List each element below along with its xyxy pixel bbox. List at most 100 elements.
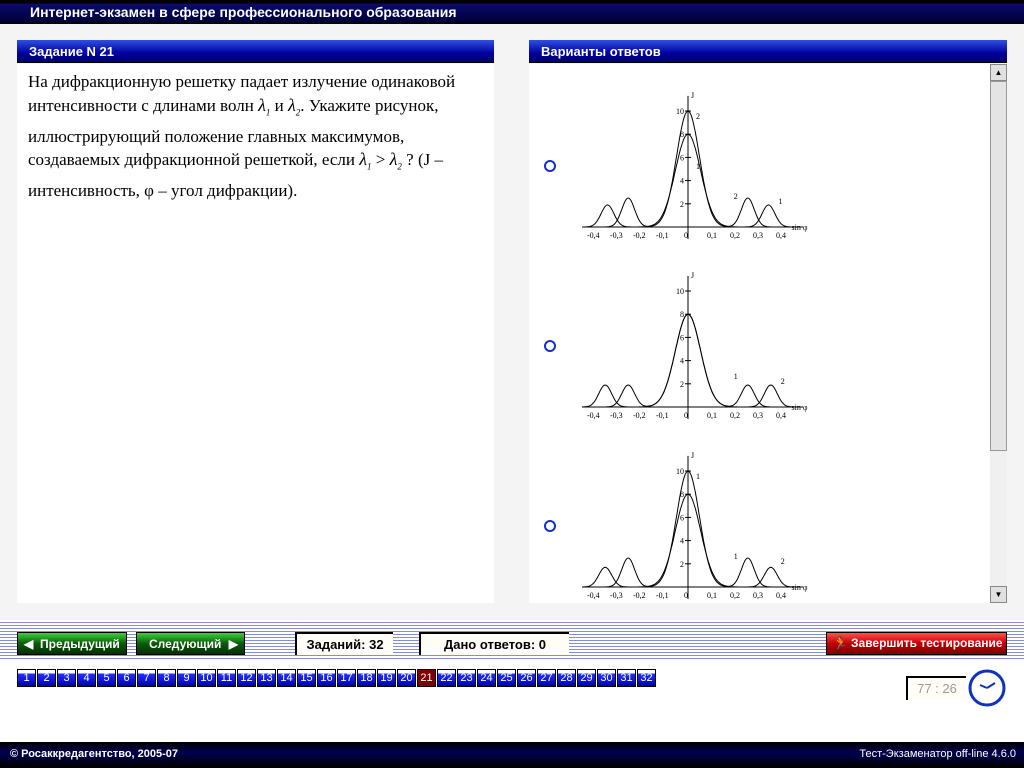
task-number-20[interactable]: 20	[397, 669, 416, 687]
prev-button[interactable]: ◀ Предыдущий	[17, 632, 127, 655]
prev-label: Предыдущий	[40, 637, 120, 651]
y-tick-label: 10	[676, 107, 684, 116]
lambda: λ	[359, 149, 368, 170]
task-number-3[interactable]: 3	[57, 669, 76, 687]
lambda-symbol: λ2	[287, 94, 300, 118]
task-number-8[interactable]: 8	[157, 669, 176, 687]
task-number-14[interactable]: 14	[277, 669, 296, 687]
task-number-16[interactable]: 16	[317, 669, 336, 687]
task-number-4[interactable]: 4	[77, 669, 96, 687]
lambda: λ	[258, 94, 266, 115]
task-number-24[interactable]: 24	[477, 669, 496, 687]
x-tick-label: 0	[684, 411, 688, 420]
task-number-21[interactable]: 21	[417, 669, 436, 687]
task-number-27[interactable]: 27	[537, 669, 556, 687]
curve-label: 1	[696, 472, 700, 481]
y-tick-label: 2	[680, 560, 684, 569]
lambda-symbol: λ1	[258, 94, 270, 118]
y-tick-label: 6	[680, 513, 684, 522]
y-tick-label: 4	[680, 177, 684, 186]
x-tick-label: -0,3	[610, 591, 623, 600]
answer-radio-3[interactable]	[544, 520, 556, 532]
scroll-thumb[interactable]	[990, 81, 1007, 451]
question-text: На дифракционную решетку падает излучени…	[28, 70, 478, 203]
x-tick-label: 0	[684, 231, 688, 240]
lambda: λ	[287, 94, 296, 115]
x-tick-label: -0,2	[633, 231, 646, 240]
arrow-right-icon: ▶	[228, 637, 238, 651]
x-tick-label: 0,3	[753, 591, 763, 600]
lambda-symbol: λ1	[359, 149, 371, 172]
x-tick-label: -0,1	[656, 591, 669, 600]
finish-label: Завершить тестирование	[851, 636, 1003, 650]
x-tick-label: 0,3	[753, 411, 763, 420]
x-axis-label: sin φ	[792, 403, 808, 412]
task-number-25[interactable]: 25	[497, 669, 516, 687]
task-number-17[interactable]: 17	[337, 669, 356, 687]
y-tick-label: 10	[676, 467, 684, 476]
task-number-18[interactable]: 18	[357, 669, 376, 687]
answer-radio-2[interactable]	[544, 340, 556, 352]
text-part: и	[270, 95, 288, 115]
y-tick-label: 10	[676, 287, 684, 296]
x-axis-label: sin φ	[792, 583, 808, 592]
task-number-29[interactable]: 29	[577, 669, 596, 687]
task-number-7[interactable]: 7	[137, 669, 156, 687]
copyright: © Росаккредагентство, 2005-07	[10, 748, 179, 760]
version: Тест-Экзаменатор off-line 4.6.0	[859, 748, 1016, 760]
task-number-13[interactable]: 13	[257, 669, 276, 687]
x-tick-label: -0,2	[633, 591, 646, 600]
scroll-up-button[interactable]: ▲	[990, 64, 1007, 81]
task-number-23[interactable]: 23	[457, 669, 476, 687]
task-number-26[interactable]: 26	[517, 669, 536, 687]
x-tick-label: 0,3	[753, 231, 763, 240]
x-tick-label: 0,2	[730, 231, 740, 240]
x-tick-label: -0,4	[587, 231, 600, 240]
y-tick-label: 4	[680, 537, 684, 546]
x-tick-label: -0,2	[633, 411, 646, 420]
task-number-19[interactable]: 19	[377, 669, 396, 687]
task-header: Задание N 21	[17, 40, 494, 63]
task-number-9[interactable]: 9	[177, 669, 196, 687]
task-number-32[interactable]: 32	[637, 669, 656, 687]
window-title: Интернет-экзамен в сфере профессионально…	[30, 4, 457, 20]
task-number-10[interactable]: 10	[197, 669, 216, 687]
y-tick-label: 6	[680, 333, 684, 342]
answer-chart-3: -0,4 -0,3 -0,2 -0,1 0 0,1 0,2 0,3 0,4246810Jsin …	[582, 452, 808, 600]
y-axis-label: J	[691, 272, 694, 280]
task-number-22[interactable]: 22	[437, 669, 456, 687]
x-axis-label: sin φ	[792, 223, 808, 232]
curve-label: 2	[696, 112, 700, 121]
task-number-15[interactable]: 15	[297, 669, 316, 687]
task-number-31[interactable]: 31	[617, 669, 636, 687]
scrollbar[interactable]: ▲ ▼	[990, 64, 1007, 603]
x-tick-label: 0,4	[776, 591, 786, 600]
lambda-symbol: λ2	[390, 149, 402, 172]
next-button[interactable]: Следующий ▶	[136, 632, 245, 655]
task-number-1[interactable]: 1	[17, 669, 36, 687]
x-tick-label: -0,4	[587, 411, 600, 420]
task-number-bar: 1 2 3 4 5 6 7 8 9 10 11 12 13 14 15 16 17 18 19 20 21 22 23 24 2…	[17, 669, 657, 687]
answer-radio-1[interactable]	[544, 160, 556, 172]
x-tick-label: 0,1	[707, 411, 717, 420]
timer-display: 77 : 26	[906, 676, 966, 700]
y-tick-label: 6	[680, 153, 684, 162]
task-number-5[interactable]: 5	[97, 669, 116, 687]
answers-header: Варианты ответов	[529, 40, 1007, 63]
task-number-12[interactable]: 12	[237, 669, 256, 687]
answer-chart-1: -0,4 -0,3 -0,2 -0,1 0 0,1 0,2 0,3 0,4246810Jsin …	[582, 92, 808, 240]
scroll-down-button[interactable]: ▼	[990, 586, 1007, 603]
curve-label: 2	[734, 192, 738, 201]
finish-button[interactable]: 🏃 Завершить тестирование	[826, 632, 1007, 655]
task-number-11[interactable]: 11	[217, 669, 236, 687]
x-tick-label: -0,4	[587, 591, 600, 600]
task-number-6[interactable]: 6	[117, 669, 136, 687]
x-tick-label: 0,4	[776, 231, 786, 240]
answered-count: Дано ответов: 0	[419, 632, 569, 655]
x-tick-label: -0,1	[656, 231, 669, 240]
task-number-30[interactable]: 30	[597, 669, 616, 687]
clock-icon	[968, 669, 1006, 707]
x-tick-label: 0,4	[776, 411, 786, 420]
task-number-2[interactable]: 2	[37, 669, 56, 687]
task-number-28[interactable]: 28	[557, 669, 576, 687]
